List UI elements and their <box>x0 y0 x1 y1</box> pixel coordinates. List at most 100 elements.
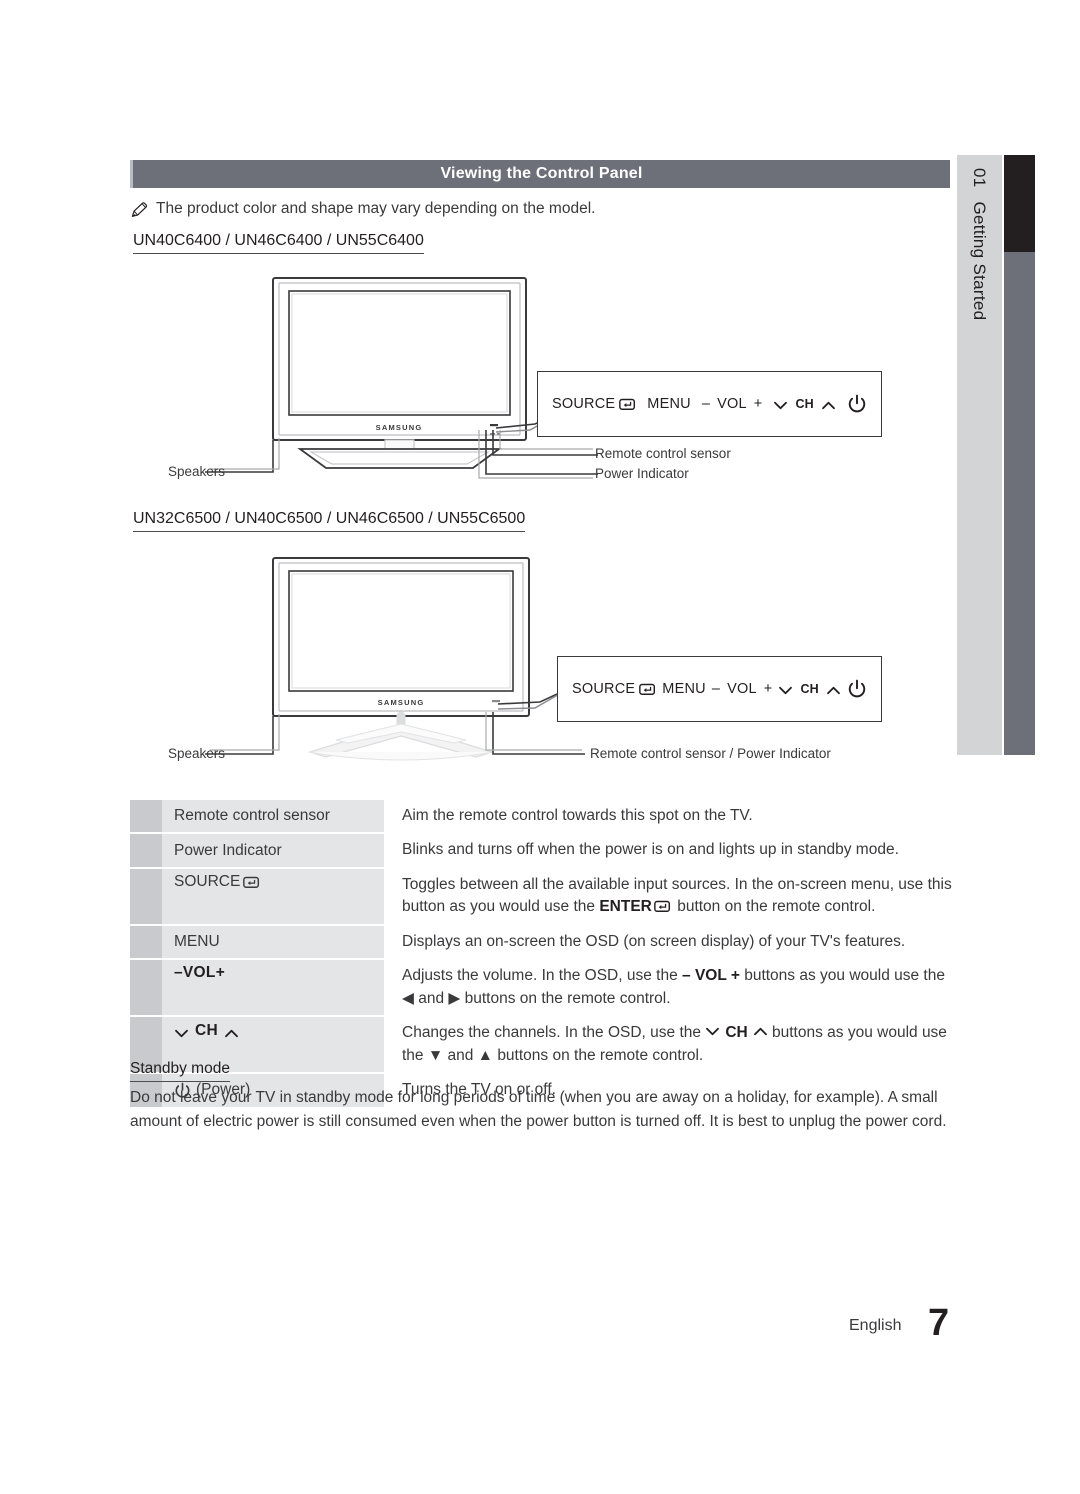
chevron-down-icon <box>174 1026 189 1037</box>
row-description: Displays an on-screen the OSD (on screen… <box>384 926 958 958</box>
cp2-source-button[interactable]: SOURCE <box>572 681 656 697</box>
callout-speakers-2: Speakers <box>168 746 226 761</box>
cp2-menu-button[interactable]: MENU <box>662 681 706 697</box>
table-row: –VOL+ Adjusts the volume. In the OSD, us… <box>130 960 958 1016</box>
control-panel-reference-table: Remote control sensor Aim the remote con… <box>130 800 958 1109</box>
footer-page-number: 7 <box>928 1302 950 1344</box>
callout-remote-sensor-power-2: Remote control sensor / Power Indicator <box>590 746 831 761</box>
tv-brand-logo-2: SAMSUNG <box>378 698 425 707</box>
cp2-vol-minus: – <box>711 681 721 697</box>
section-header-bar: Viewing the Control Panel <box>130 160 950 188</box>
cp2-ch-control[interactable]: CH <box>778 682 840 696</box>
chapter-name: Getting Started <box>970 201 990 321</box>
row-desc-ch-label: CH <box>725 1024 748 1042</box>
callout-remote-sensor-1: Remote control sensor <box>595 446 731 461</box>
table-row: Power Indicator Blinks and turns off whe… <box>130 834 958 867</box>
cp2-ch-label: CH <box>800 682 819 696</box>
model-heading-2: UN32C6500 / UN40C6500 / UN46C6500 / UN55… <box>133 510 526 532</box>
chevron-up-icon <box>753 1022 768 1036</box>
row-key: SOURCE <box>162 868 384 924</box>
row-desc-post: button on the remote control. <box>672 898 876 916</box>
row-key-vol-minus: – <box>174 964 183 982</box>
row-desc-text: Blinks and turns off when the power is o… <box>402 841 899 859</box>
cp1-ch-label: CH <box>795 397 814 411</box>
cp2-power-button[interactable] <box>847 679 867 699</box>
row-key-label: MENU <box>174 933 220 951</box>
table-row: Remote control sensor Aim the remote con… <box>130 800 958 833</box>
model-heading-1: UN40C6400 / UN46C6400 / UN55C6400 <box>133 232 424 254</box>
callout-power-indicator-1: Power Indicator <box>595 466 689 481</box>
row-key-label: VOL <box>182 964 216 982</box>
row-key-label: Power Indicator <box>174 841 282 859</box>
chevron-down-icon <box>773 399 788 410</box>
cp2-menu-label: MENU <box>662 681 706 697</box>
row-description: Aim the remote control towards this spot… <box>384 800 958 832</box>
cp1-menu-button[interactable]: MENU <box>647 396 691 412</box>
chevron-up-icon <box>821 399 836 410</box>
row-key: Power Indicator <box>162 834 384 867</box>
chevron-down-icon <box>705 1022 720 1036</box>
row-desc-text: Displays an on-screen the OSD (on screen… <box>402 932 906 950</box>
row-key-label: SOURCE <box>174 872 241 890</box>
row-desc-pre: Adjusts the volume. In the OSD, use the <box>402 967 683 985</box>
row-key: Remote control sensor <box>162 800 384 833</box>
note-row: The product color and shape may vary dep… <box>130 200 930 219</box>
power-icon <box>847 679 867 699</box>
cp2-vol-label: VOL <box>727 681 757 697</box>
cp1-source-label: SOURCE <box>552 396 616 412</box>
enter-icon <box>619 398 636 411</box>
row-desc-vol-label: – VOL + <box>682 967 740 985</box>
enter-icon <box>639 683 656 696</box>
chapter-number: 01 <box>970 168 990 188</box>
table-row: MENU Displays an on-screen the OSD (on s… <box>130 925 958 959</box>
row-key-label: CH <box>195 1022 218 1040</box>
row-description: Adjusts the volume. In the OSD, use the … <box>384 960 958 1015</box>
chevron-up-icon <box>224 1026 239 1037</box>
chapter-tab-bar-grey <box>1004 252 1035 755</box>
chevron-up-icon <box>826 684 841 695</box>
cp1-source-button[interactable]: SOURCE <box>552 396 636 412</box>
enter-icon <box>654 898 671 913</box>
row-key: MENU <box>162 925 384 959</box>
manual-page: 01 Getting Started Viewing the Control P… <box>0 0 1080 1494</box>
chevron-down-icon <box>778 684 793 695</box>
row-strip <box>130 925 162 959</box>
table-row: CH Changes the channels. In the OSD, use… <box>130 1017 958 1073</box>
cp1-menu-label: MENU <box>647 396 691 412</box>
cp1-vol-plus: + <box>753 396 763 412</box>
table-row: SOURCE Toggles between all the available… <box>130 868 958 924</box>
row-key-label: Remote control sensor <box>174 807 330 825</box>
row-strip <box>130 868 162 924</box>
control-panel-c6400: SOURCE MENU – VOL + CH <box>537 371 882 437</box>
cp2-vol-control[interactable]: – VOL + <box>712 681 773 697</box>
cp1-ch-control[interactable]: CH <box>773 397 835 411</box>
chapter-tab-bar-dark <box>1004 155 1035 252</box>
row-description: Blinks and turns off when the power is o… <box>384 834 958 866</box>
chapter-tab-label: 01 Getting Started <box>957 155 1002 755</box>
row-strip <box>130 960 162 1016</box>
cp1-vol-minus: – <box>701 396 711 412</box>
footer-language: English <box>849 1317 902 1334</box>
control-panel-c6500: SOURCE MENU – VOL + CH <box>557 656 882 722</box>
row-desc-pre: Changes the channels. In the OSD, use th… <box>402 1024 706 1042</box>
row-strip <box>130 834 162 867</box>
row-desc-text: Aim the remote control towards this spot… <box>402 807 753 824</box>
power-icon <box>847 394 867 414</box>
row-desc-enter-label: ENTER <box>599 898 652 916</box>
pencil-note-icon <box>130 201 149 219</box>
standby-mode-body: Do not leave your TV in standby mode for… <box>130 1089 947 1131</box>
cp1-vol-control[interactable]: – VOL + <box>702 396 763 412</box>
cp2-vol-plus: + <box>763 681 773 697</box>
standby-mode-heading: Standby mode <box>130 1060 230 1082</box>
enter-icon <box>243 876 260 889</box>
cp2-source-label: SOURCE <box>572 681 636 697</box>
cp1-vol-label: VOL <box>717 396 747 412</box>
row-key: –VOL+ <box>162 960 384 1016</box>
cp1-power-button[interactable] <box>847 394 867 414</box>
row-strip <box>130 800 162 833</box>
row-description: Toggles between all the available input … <box>384 869 958 924</box>
page-title: Viewing the Control Panel <box>440 165 643 182</box>
note-text: The product color and shape may vary dep… <box>156 200 596 217</box>
callout-speakers-1: Speakers <box>168 464 226 479</box>
row-key-vol-plus: + <box>215 964 226 982</box>
